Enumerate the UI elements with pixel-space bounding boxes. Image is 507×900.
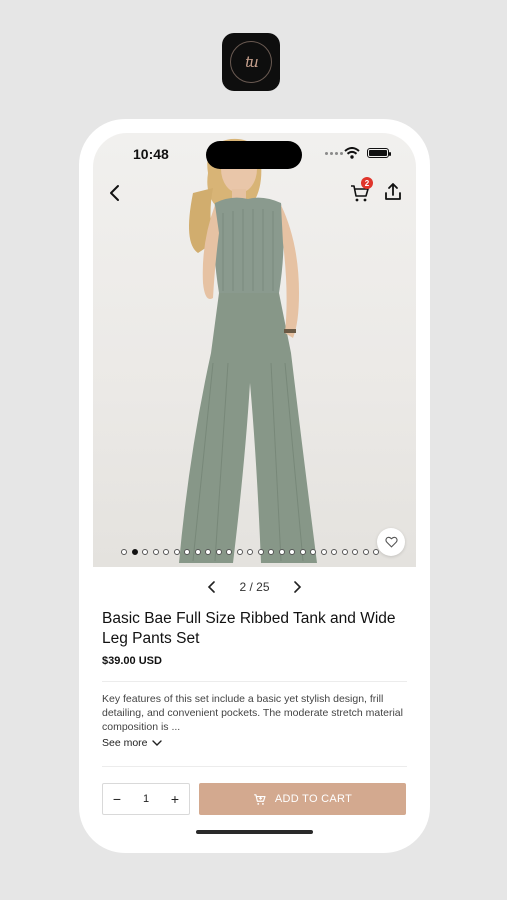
product-title: Basic Bae Full Size Ribbed Tank and Wide… xyxy=(102,610,396,647)
gallery-dot[interactable] xyxy=(121,549,127,555)
status-bar: 10:48 xyxy=(93,133,416,177)
pager-text: 2 / 25 xyxy=(239,580,270,594)
add-to-cart-button[interactable]: ADD TO CART xyxy=(199,783,406,815)
wifi-icon xyxy=(344,147,360,159)
gallery-dot[interactable] xyxy=(163,549,169,555)
gallery-dot[interactable] xyxy=(341,549,348,555)
gallery-dot[interactable] xyxy=(205,549,211,555)
screen: 10:48 2 2 / 25 Basic Bae Full Size Ribbe… xyxy=(93,133,416,839)
model-photo xyxy=(179,138,317,563)
gallery-pager: 2 / 25 xyxy=(93,577,416,597)
gallery-dot[interactable] xyxy=(331,549,337,555)
product-image[interactable]: 10:48 2 xyxy=(93,133,416,567)
cart-plus-icon xyxy=(254,793,266,805)
chevron-right-icon xyxy=(293,581,301,593)
see-more-button[interactable]: See more xyxy=(102,737,162,749)
gallery-dot[interactable] xyxy=(173,549,180,555)
gallery-dot[interactable] xyxy=(373,549,379,555)
gallery-dot[interactable] xyxy=(278,549,285,555)
increase-quantity-button[interactable]: + xyxy=(161,784,189,814)
product-price: $39.00 USD xyxy=(102,655,162,667)
gallery-dot[interactable] xyxy=(320,549,327,555)
quantity-stepper: − 1 + xyxy=(102,783,190,815)
dynamic-island xyxy=(206,141,302,169)
gallery-dot[interactable] xyxy=(289,549,295,555)
next-image-button[interactable] xyxy=(290,580,304,594)
gallery-dot[interactable] xyxy=(184,549,190,555)
signal-icon xyxy=(325,152,343,155)
gallery-dot[interactable] xyxy=(299,549,306,555)
wishlist-button[interactable] xyxy=(377,528,405,556)
gallery-dots xyxy=(121,548,379,556)
gallery-dot[interactable] xyxy=(268,549,274,555)
status-time: 10:48 xyxy=(133,146,169,162)
gallery-dot[interactable] xyxy=(226,549,232,555)
gallery-dot[interactable] xyxy=(152,549,159,555)
product-description: Key features of this set include a basic… xyxy=(102,693,403,733)
battery-icon xyxy=(367,148,391,158)
share-icon[interactable] xyxy=(381,180,405,204)
bottom-bar: − 1 + ADD TO CART xyxy=(93,778,416,839)
cart-count-badge: 2 xyxy=(361,177,373,189)
gallery-dot[interactable] xyxy=(247,549,253,555)
gallery-dot[interactable] xyxy=(362,549,369,555)
divider xyxy=(102,766,407,767)
quantity-value[interactable]: 1 xyxy=(131,793,161,805)
divider xyxy=(102,681,407,682)
home-indicator xyxy=(196,830,313,834)
app-logo: tu xyxy=(222,33,280,91)
phone-frame: 10:48 2 2 / 25 Basic Bae Full Size Ribbe… xyxy=(79,119,430,853)
gallery-dot[interactable] xyxy=(236,549,243,555)
gallery-dot[interactable] xyxy=(131,549,138,555)
add-to-cart-label: ADD TO CART xyxy=(274,793,353,805)
gallery-dot[interactable] xyxy=(310,549,316,555)
gallery-dot[interactable] xyxy=(142,549,148,555)
gallery-dot[interactable] xyxy=(352,549,358,555)
chevron-down-icon xyxy=(151,739,162,746)
gallery-dot[interactable] xyxy=(257,549,264,555)
gallery-dot[interactable] xyxy=(194,549,201,555)
chevron-left-icon xyxy=(208,581,216,593)
back-icon[interactable] xyxy=(103,181,127,205)
gallery-dot[interactable] xyxy=(215,549,222,555)
prev-image-button[interactable] xyxy=(205,580,219,594)
heart-icon xyxy=(384,536,398,548)
decrease-quantity-button[interactable]: − xyxy=(103,784,131,814)
see-more-label: See more xyxy=(102,737,148,749)
